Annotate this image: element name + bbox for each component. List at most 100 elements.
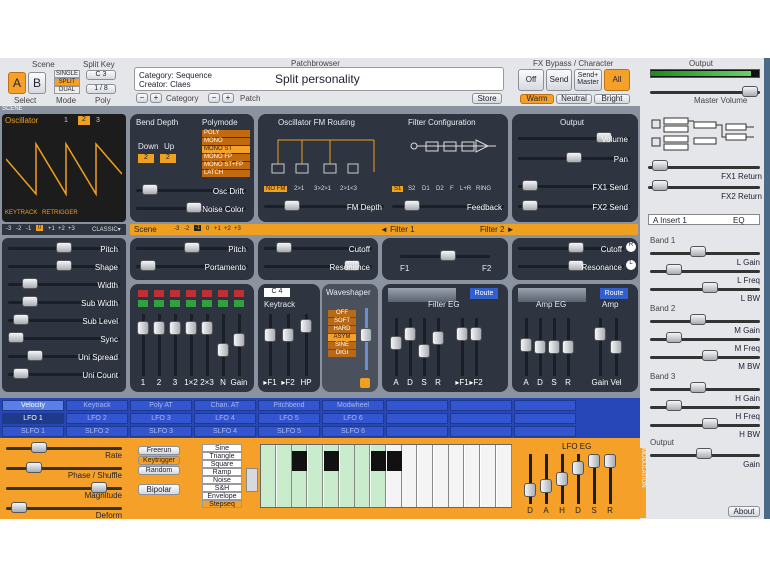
mixer-mute-6[interactable] — [234, 290, 244, 297]
filter2-nav[interactable]: Filter 2 ► — [480, 225, 515, 234]
mod-source-row2-2[interactable]: LFO 3 — [130, 413, 192, 424]
mod-source-row3-7[interactable] — [450, 426, 512, 437]
fm-depth-slider[interactable]: FM Depth — [264, 200, 384, 212]
amp-eg-d-slider[interactable]: D — [534, 318, 546, 387]
lfo-rate-slider[interactable]: Rate — [6, 442, 122, 460]
keytrack-2-slider[interactable]: HP — [300, 314, 312, 387]
poly-value[interactable]: 1 / 8 — [86, 84, 116, 94]
mod-source-row1-0[interactable]: Velocity — [2, 400, 64, 411]
amp-1-slider[interactable]: Vel — [610, 318, 622, 387]
fm-3-2-1[interactable]: 3>2>1 — [314, 186, 331, 192]
filtcfg-lr[interactable]: L+R — [460, 186, 471, 192]
lfo-shape-triangle[interactable]: Triangle — [202, 452, 242, 460]
lfo-shape-noise[interactable]: Noise — [202, 476, 242, 484]
fx-all-button[interactable]: All — [604, 69, 630, 91]
polymode-latch[interactable]: LATCH — [202, 170, 250, 177]
eq-h-bw-slider[interactable]: H BW — [650, 418, 760, 439]
fm-mode-selector[interactable]: NO FM 2>1 3>2>1 2>1<3 — [264, 186, 384, 194]
osc-sync-slider[interactable]: Sync — [8, 332, 120, 344]
osc-1-button[interactable]: 1 — [64, 117, 68, 124]
filter2-cutoff-slider[interactable]: Cutoff — [518, 242, 624, 254]
waveshaper-drive-slider[interactable] — [360, 308, 372, 370]
filtcfg-ring[interactable]: RING — [476, 186, 491, 192]
step-cell[interactable] — [339, 445, 355, 507]
mod-source-row2-3[interactable]: LFO 4 — [194, 413, 256, 424]
lfo-shape-square[interactable]: Square — [202, 460, 242, 468]
filter-eg-a-slider[interactable]: A — [390, 318, 402, 387]
step-cell[interactable] — [433, 445, 449, 507]
filter2-l-button[interactable]: L — [626, 260, 636, 270]
step-cell[interactable] — [496, 445, 512, 507]
mod-source-row2-6[interactable] — [386, 413, 448, 424]
scene-oct-m2[interactable]: -2 — [184, 226, 189, 232]
step-cell[interactable] — [370, 445, 386, 507]
amp-eg-a-slider[interactable]: A — [520, 318, 532, 387]
mixer-solo-1[interactable] — [154, 300, 164, 307]
waveshaper-edit-icon[interactable] — [360, 378, 370, 388]
osc-sub-level-slider[interactable]: Sub Level — [8, 314, 120, 326]
mixer-solo-5[interactable] — [218, 300, 228, 307]
osc-octave-bar[interactable]: -3 -2 -1 0 +1 +2 +3 CLASSIC▾ — [2, 224, 126, 235]
fx-send-button[interactable]: Send — [546, 69, 572, 91]
amp-eg-route-button[interactable]: Route — [600, 288, 628, 299]
mode-split[interactable]: SPLIT — [54, 78, 80, 86]
noise-color-slider[interactable]: Noise Color — [136, 202, 246, 214]
polymode-mono[interactable]: MONO — [202, 138, 250, 145]
char-neutral-button[interactable]: Neutral — [556, 94, 592, 104]
step-sequencer[interactable] — [260, 444, 512, 508]
bend-up-value[interactable]: 2 — [160, 154, 176, 163]
feedback-slider[interactable]: Feedback — [392, 200, 504, 212]
mod-source-row1-5[interactable]: Modwheel — [322, 400, 384, 411]
pan-slider[interactable]: Pan — [518, 152, 630, 164]
octave-p2[interactable]: +2 — [58, 226, 65, 232]
mode-single[interactable]: SINGLE — [54, 70, 80, 78]
filtcfg-d2[interactable]: D2 — [436, 186, 444, 192]
mixer-mute-4[interactable] — [202, 290, 212, 297]
amp-eg-r-slider[interactable]: R — [562, 318, 574, 387]
mixer-channel-5-slider[interactable]: N — [217, 314, 229, 387]
mixer-channel-0-slider[interactable]: 1 — [137, 314, 149, 387]
lfo-eg-5-slider[interactable]: R — [604, 454, 616, 515]
filter-eg-s-slider[interactable]: S — [418, 318, 430, 387]
octave-m3[interactable]: -3 — [6, 226, 11, 232]
filtcfg-d1[interactable]: D1 — [422, 186, 430, 192]
mod-source-row2-8[interactable] — [514, 413, 576, 424]
ws-asym[interactable]: ASYM — [328, 334, 356, 341]
eq-output-gain-slider[interactable]: Gain — [650, 448, 760, 469]
eq-l-bw-slider[interactable]: L BW — [650, 282, 760, 303]
amp-0-slider[interactable]: Gain — [592, 318, 608, 387]
step-cell[interactable] — [276, 445, 292, 507]
fx2-send-slider[interactable]: FX2 Send — [518, 200, 630, 212]
eq-h-gain-slider[interactable]: H Gain — [650, 382, 760, 403]
fm-2-1[interactable]: 2>1 — [294, 186, 304, 192]
polymode-poly[interactable]: POLY — [202, 130, 250, 137]
fx-type-name[interactable]: EQ — [733, 216, 745, 225]
filter1-resonance-slider[interactable]: Resonance — [264, 260, 372, 272]
mod-source-row2-4[interactable]: LFO 5 — [258, 413, 320, 424]
mod-source-row3-3[interactable]: SLFO 4 — [194, 426, 256, 437]
lfo-deform-slider[interactable]: Deform — [6, 502, 122, 520]
scene-oct-m1[interactable]: -1 — [194, 225, 202, 231]
amp-eg-s-slider[interactable]: S — [548, 318, 560, 387]
lfo-phase-slider[interactable]: Phase / Shuffle — [6, 462, 122, 480]
patch-prev-button[interactable]: − — [208, 93, 220, 103]
filtcfg-s1[interactable]: S1 — [392, 186, 404, 192]
polymode-mono-fp[interactable]: MONO FP — [202, 154, 250, 161]
mixer-channel-4-slider[interactable]: 2×3 — [200, 314, 214, 387]
polymode-list[interactable]: POLY MONO MONO ST MONO FP MONO ST+FP LAT… — [202, 130, 250, 177]
mixer-channel-3-slider[interactable]: 1×2 — [184, 314, 198, 387]
mixer-solo-4[interactable] — [202, 300, 212, 307]
mod-source-row1-2[interactable]: Poly AT — [130, 400, 192, 411]
retrigger-toggle[interactable]: RETRIGGER — [42, 210, 78, 216]
mixer-mute-1[interactable] — [154, 290, 164, 297]
filter1-nav[interactable]: ◄ Filter 1 — [380, 225, 415, 234]
category-next-button[interactable]: + — [150, 93, 162, 103]
lfo-shape-list[interactable]: Sine Triangle Square Ramp Noise S&H Envelope St… — [202, 444, 242, 508]
step-cell[interactable] — [386, 445, 402, 507]
octave-0[interactable]: 0 — [36, 225, 44, 231]
mod-source-row3-6[interactable] — [386, 426, 448, 437]
eq-m-freq-slider[interactable]: M Freq — [650, 332, 760, 353]
ws-sine[interactable]: SINE — [328, 342, 356, 349]
mod-source-row2-7[interactable] — [450, 413, 512, 424]
osc-pitch-slider[interactable]: Pitch — [8, 242, 120, 254]
